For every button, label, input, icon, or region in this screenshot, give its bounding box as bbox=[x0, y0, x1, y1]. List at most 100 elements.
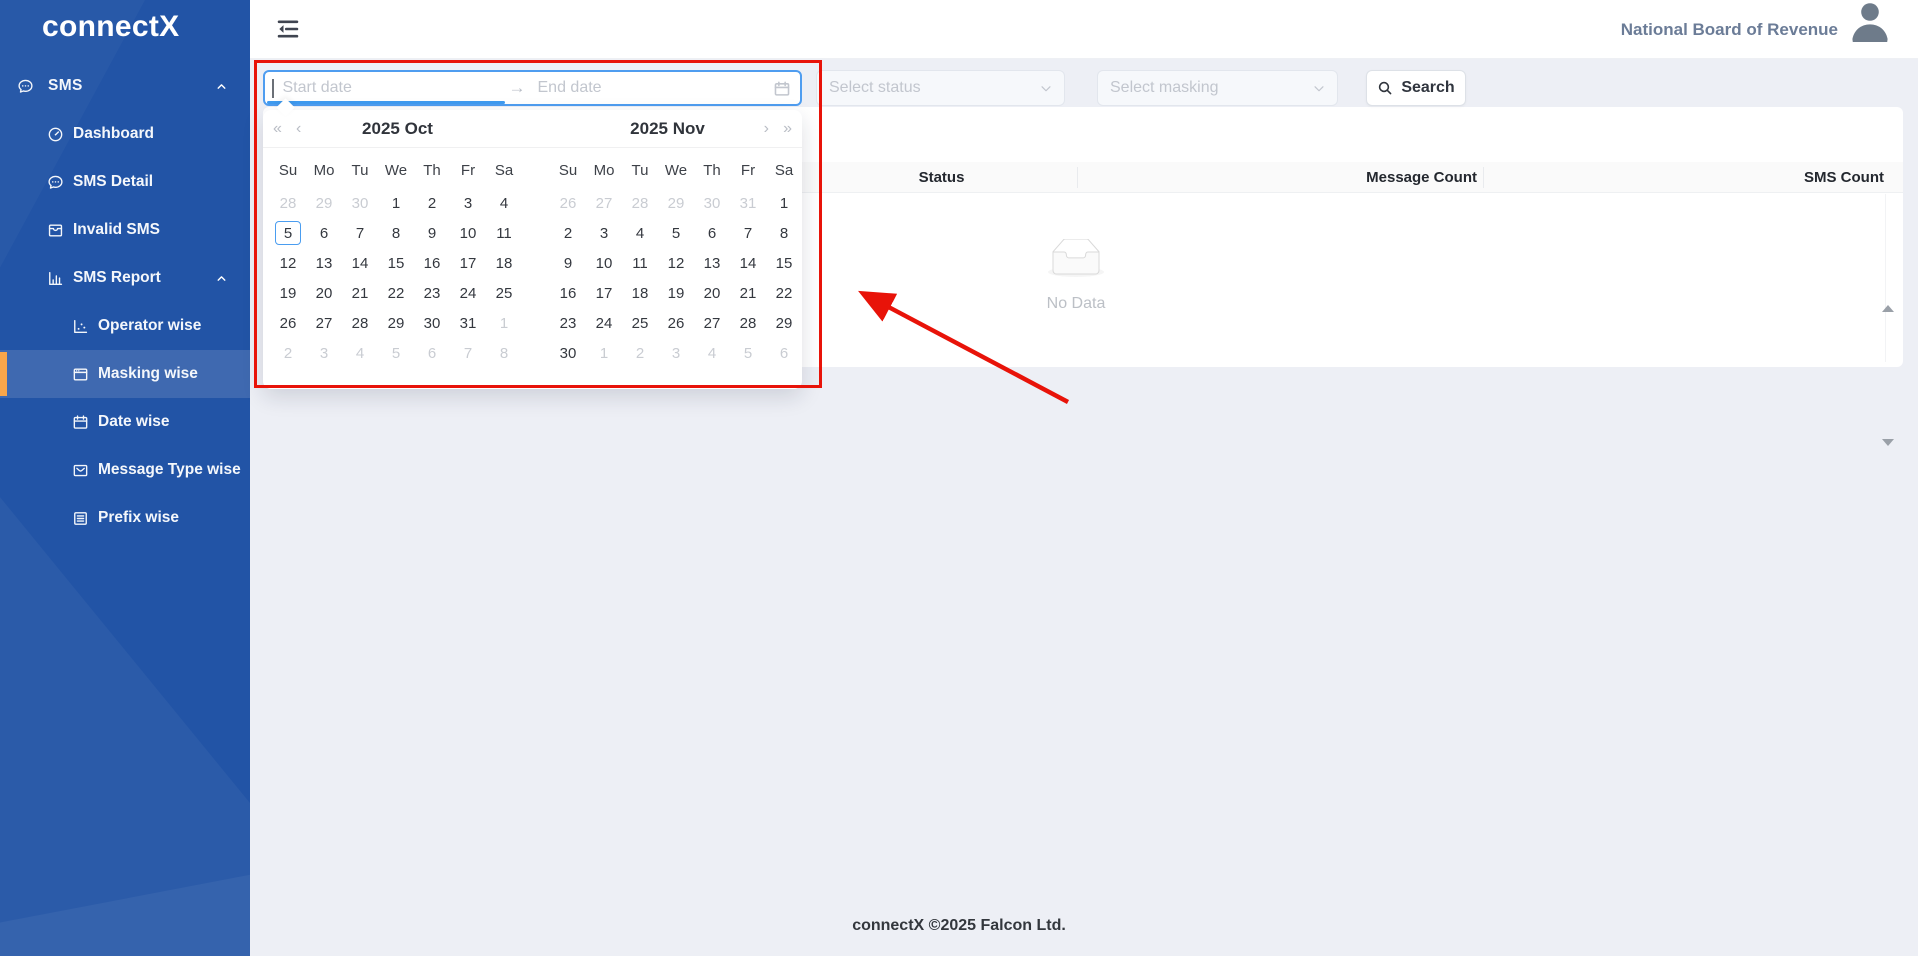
calendar-cell[interactable]: 3 bbox=[658, 338, 694, 368]
calendar-cell[interactable]: 28 bbox=[622, 188, 658, 218]
calendar-cell[interactable]: 22 bbox=[378, 278, 414, 308]
calendar-cell[interactable]: 28 bbox=[730, 308, 766, 338]
sidebar-item-sms[interactable]: SMS bbox=[0, 62, 250, 110]
calendar-cell[interactable]: 15 bbox=[378, 248, 414, 278]
calendar-cell[interactable]: 20 bbox=[306, 278, 342, 308]
sidebar-item-prefix-wise[interactable]: Prefix wise bbox=[0, 494, 250, 542]
calendar-cell[interactable]: 17 bbox=[450, 248, 486, 278]
calendar-cell[interactable]: 17 bbox=[586, 278, 622, 308]
calendar-cell[interactable]: 11 bbox=[486, 218, 522, 248]
calendar-cell[interactable]: 8 bbox=[766, 218, 802, 248]
sidebar-item-sms-report[interactable]: SMS Report bbox=[0, 254, 250, 302]
calendar-cell[interactable]: 12 bbox=[270, 248, 306, 278]
year-button[interactable]: 2025 bbox=[630, 119, 668, 138]
calendar-cell[interactable]: 25 bbox=[622, 308, 658, 338]
calendar-cell[interactable]: 19 bbox=[658, 278, 694, 308]
chevron-up-icon[interactable] bbox=[215, 272, 228, 285]
menu-fold-icon[interactable] bbox=[276, 17, 300, 41]
calendar-cell[interactable]: 7 bbox=[730, 218, 766, 248]
calendar-cell[interactable]: 4 bbox=[342, 338, 378, 368]
calendar-cell[interactable]: 2 bbox=[270, 338, 306, 368]
calendar-cell[interactable]: 11 bbox=[622, 248, 658, 278]
sidebar-item-message-type-wise[interactable]: Message Type wise bbox=[0, 446, 250, 494]
chevron-up-icon[interactable] bbox=[215, 80, 228, 93]
calendar-cell[interactable]: 16 bbox=[550, 278, 586, 308]
calendar-cell[interactable]: 29 bbox=[378, 308, 414, 338]
calendar-cell[interactable]: 5 bbox=[658, 218, 694, 248]
calendar-cell[interactable]: 29 bbox=[306, 188, 342, 218]
masking-select[interactable]: Select masking bbox=[1097, 70, 1338, 106]
calendar-cell[interactable]: 23 bbox=[550, 308, 586, 338]
calendar-cell[interactable]: 9 bbox=[550, 248, 586, 278]
calendar-cell[interactable]: 5 bbox=[378, 338, 414, 368]
scroll-down-icon[interactable] bbox=[1882, 439, 1894, 446]
calendar-cell[interactable]: 24 bbox=[450, 278, 486, 308]
calendar-cell[interactable]: 14 bbox=[342, 248, 378, 278]
calendar-cell[interactable]: 27 bbox=[586, 188, 622, 218]
sidebar-item-sms-detail[interactable]: SMS Detail bbox=[0, 158, 250, 206]
calendar-cell[interactable]: 19 bbox=[270, 278, 306, 308]
calendar-cell[interactable]: 4 bbox=[622, 218, 658, 248]
calendar-cell[interactable]: 22 bbox=[766, 278, 802, 308]
calendar-cell[interactable]: 13 bbox=[306, 248, 342, 278]
calendar-cell[interactable]: 26 bbox=[658, 308, 694, 338]
calendar-cell[interactable]: 3 bbox=[450, 188, 486, 218]
calendar-cell[interactable]: 30 bbox=[414, 308, 450, 338]
calendar-cell[interactable]: 23 bbox=[414, 278, 450, 308]
calendar-cell[interactable]: 30 bbox=[550, 338, 586, 368]
sidebar-item-masking-wise[interactable]: Masking wise bbox=[0, 350, 250, 398]
start-date-input[interactable] bbox=[282, 79, 509, 97]
calendar-cell[interactable]: 6 bbox=[766, 338, 802, 368]
calendar-cell[interactable]: 12 bbox=[658, 248, 694, 278]
year-button[interactable]: 2025 bbox=[362, 119, 400, 138]
scroll-up-icon[interactable] bbox=[1882, 305, 1894, 312]
calendar-cell[interactable]: 18 bbox=[622, 278, 658, 308]
calendar-cell[interactable]: 6 bbox=[414, 338, 450, 368]
calendar-cell[interactable]: 25 bbox=[486, 278, 522, 308]
calendar-cell[interactable]: 20 bbox=[694, 278, 730, 308]
calendar-cell[interactable]: 8 bbox=[378, 218, 414, 248]
end-date-input[interactable] bbox=[537, 79, 748, 97]
calendar-cell[interactable]: 3 bbox=[306, 338, 342, 368]
sidebar-item-dashboard[interactable]: Dashboard bbox=[0, 110, 250, 158]
calendar-cell[interactable]: 10 bbox=[586, 248, 622, 278]
date-range-picker[interactable]: → bbox=[263, 70, 802, 106]
calendar-cell[interactable]: 16 bbox=[414, 248, 450, 278]
calendar-cell[interactable]: 1 bbox=[486, 308, 522, 338]
user-avatar-icon[interactable] bbox=[1846, 0, 1894, 48]
sidebar-item-operator-wise[interactable]: Operator wise bbox=[0, 302, 250, 350]
calendar-cell[interactable]: 7 bbox=[342, 218, 378, 248]
calendar-cell[interactable]: 10 bbox=[450, 218, 486, 248]
calendar-cell[interactable]: 31 bbox=[450, 308, 486, 338]
calendar-cell[interactable]: 28 bbox=[270, 188, 306, 218]
calendar-cell[interactable]: 4 bbox=[694, 338, 730, 368]
status-select[interactable]: Select status bbox=[816, 70, 1065, 106]
calendar-cell-today[interactable]: 5 bbox=[270, 218, 306, 248]
calendar-cell[interactable]: 28 bbox=[342, 308, 378, 338]
calendar-cell[interactable]: 1 bbox=[766, 188, 802, 218]
search-button[interactable]: Search bbox=[1366, 70, 1466, 106]
sidebar-item-invalid-sms[interactable]: Invalid SMS bbox=[0, 206, 250, 254]
calendar-cell[interactable]: 31 bbox=[730, 188, 766, 218]
calendar-cell[interactable]: 1 bbox=[586, 338, 622, 368]
calendar-cell[interactable]: 13 bbox=[694, 248, 730, 278]
calendar-cell[interactable]: 8 bbox=[486, 338, 522, 368]
calendar-cell[interactable]: 27 bbox=[306, 308, 342, 338]
calendar-cell[interactable]: 30 bbox=[694, 188, 730, 218]
calendar-cell[interactable]: 24 bbox=[586, 308, 622, 338]
month-button[interactable]: Nov bbox=[673, 119, 705, 138]
calendar-cell[interactable]: 2 bbox=[414, 188, 450, 218]
calendar-cell[interactable]: 6 bbox=[694, 218, 730, 248]
calendar-cell[interactable]: 2 bbox=[550, 218, 586, 248]
calendar-cell[interactable]: 15 bbox=[766, 248, 802, 278]
calendar-cell[interactable]: 6 bbox=[306, 218, 342, 248]
calendar-cell[interactable]: 21 bbox=[342, 278, 378, 308]
month-button[interactable]: Oct bbox=[405, 119, 433, 138]
calendar-cell[interactable]: 29 bbox=[658, 188, 694, 218]
calendar-cell[interactable]: 2 bbox=[622, 338, 658, 368]
calendar-cell[interactable]: 29 bbox=[766, 308, 802, 338]
calendar-cell[interactable]: 4 bbox=[486, 188, 522, 218]
calendar-cell[interactable]: 1 bbox=[378, 188, 414, 218]
next-month-icon[interactable]: › bbox=[764, 110, 769, 148]
sidebar-item-date-wise[interactable]: Date wise bbox=[0, 398, 250, 446]
